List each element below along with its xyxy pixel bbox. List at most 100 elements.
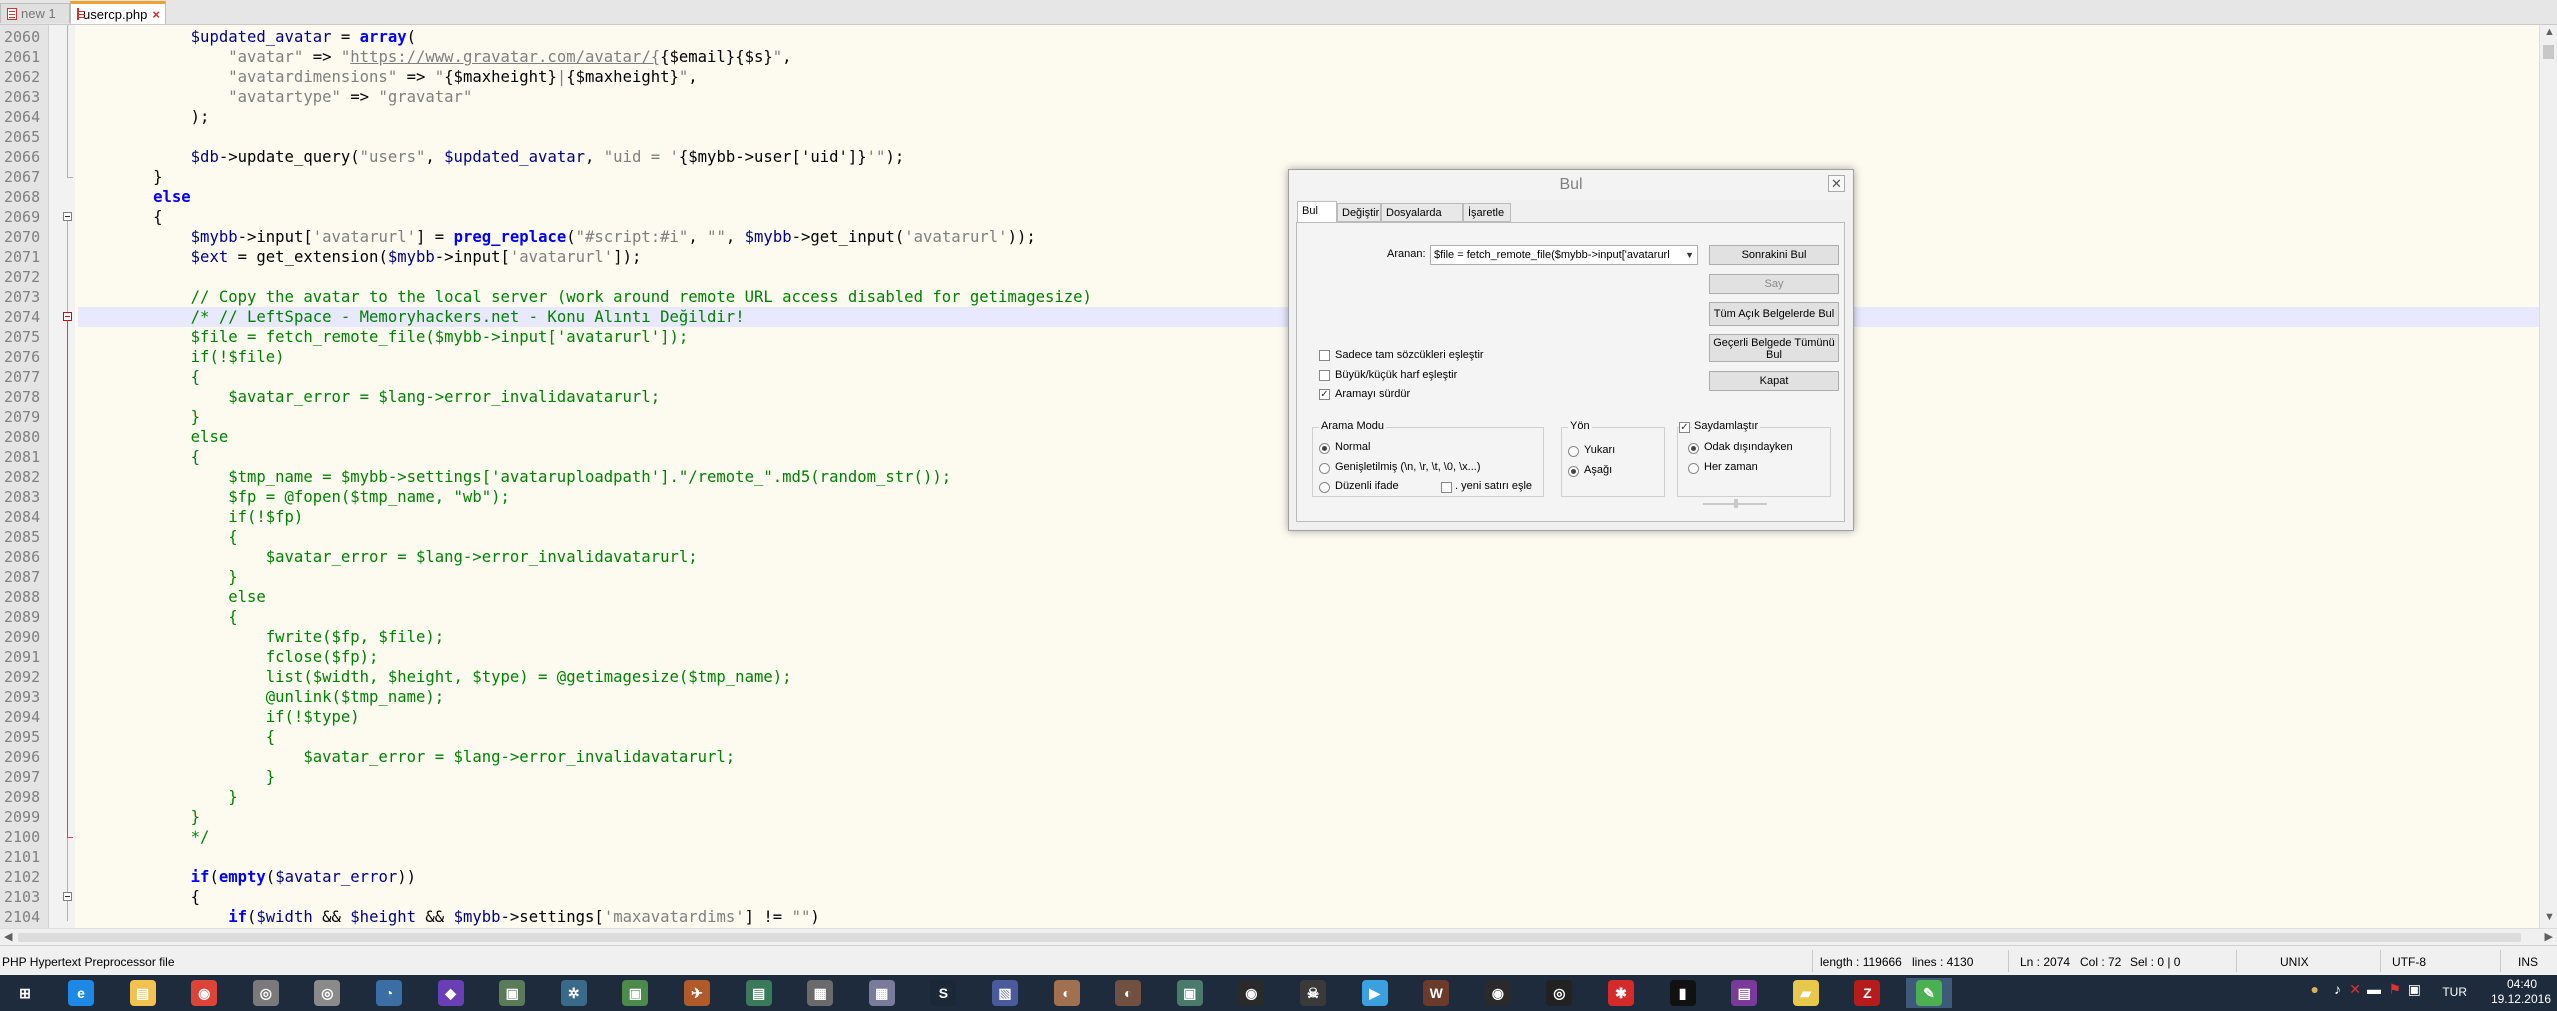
count-button[interactable]: Say (1709, 274, 1839, 294)
taskbar-button[interactable]: ◉ (1475, 978, 1521, 1008)
code-line[interactable]: "avatar" => "https://www.gravatar.com/av… (78, 47, 791, 67)
close-button[interactable]: Kapat (1709, 371, 1839, 391)
taskbar-button[interactable]: ▤ (1721, 978, 1767, 1008)
taskbar-button[interactable]: ✲ (551, 978, 597, 1008)
scroll-thumb[interactable] (2543, 45, 2554, 59)
taskbar-button[interactable]: ▧ (982, 978, 1028, 1008)
battery-icon[interactable]: ▬ (2367, 981, 2381, 997)
code-line[interactable]: } (78, 767, 275, 787)
language-indicator[interactable]: TUR (2442, 985, 2467, 999)
whole-word-checkbox[interactable] (1319, 350, 1330, 361)
code-line[interactable]: $file = fetch_remote_file($mybb->input['… (78, 327, 689, 347)
code-editor[interactable]: 2060 $updated_avatar = array(2061 "avata… (0, 25, 2540, 928)
scroll-right-icon[interactable]: ▶ (2545, 930, 2553, 943)
code-line[interactable]: $updated_avatar = array( (78, 27, 416, 47)
code-line[interactable]: } (78, 167, 162, 187)
display-icon[interactable]: ▣ (2408, 981, 2421, 998)
close-tab-icon[interactable]: × (152, 7, 160, 22)
match-case-checkbox[interactable] (1319, 370, 1330, 381)
taskbar-button[interactable]: ▤ (736, 978, 782, 1008)
vertical-scrollbar[interactable]: ▲ ▼ (2539, 25, 2557, 928)
code-line[interactable]: { (78, 607, 237, 627)
taskbar-button[interactable]: ☠ (1290, 978, 1336, 1008)
regex-radio[interactable] (1319, 482, 1330, 493)
code-line[interactable]: if(!$file) (78, 347, 285, 367)
slider-knob[interactable] (1734, 499, 1738, 508)
fold-toggle-icon[interactable] (63, 212, 72, 221)
fold-toggle-icon[interactable] (63, 892, 72, 901)
taskbar-button[interactable]: ◉ (181, 978, 227, 1008)
code-line[interactable]: */ (78, 827, 210, 847)
taskbar-button[interactable]: ▮ (1660, 978, 1706, 1008)
code-line[interactable]: list($width, $height, $type) = @getimage… (78, 667, 792, 687)
taskbar-button[interactable]: ◎ (243, 978, 289, 1008)
find-all-current-button[interactable]: Geçerli Belgede Tümünü Bul (1709, 334, 1839, 362)
taskbar-button[interactable]: ✱ (1598, 978, 1644, 1008)
taskbar-button[interactable]: Z (1844, 978, 1890, 1008)
search-input[interactable]: $file = fetch_remote_file($mybb->input['… (1430, 245, 1698, 265)
taskbar-button[interactable]: ◐ (1044, 978, 1090, 1008)
tab-usercp[interactable]: usercp.php × (70, 1, 166, 24)
code-line[interactable]: if(!$type) (78, 707, 360, 727)
taskbar-button[interactable]: ◉ (1228, 978, 1274, 1008)
taskbar-button[interactable]: ▣ (1167, 978, 1213, 1008)
code-line[interactable]: $db->update_query("users", $updated_avat… (78, 147, 905, 167)
chevron-down-icon[interactable]: ▼ (1685, 246, 1694, 264)
taskbar-button[interactable]: ◐ (1105, 978, 1151, 1008)
code-line[interactable]: "avatardimensions" => "{$maxheight}|{$ma… (78, 67, 697, 87)
extended-radio[interactable] (1319, 463, 1330, 474)
code-line[interactable]: "avatartype" => "gravatar" (78, 87, 472, 107)
scroll-left-icon[interactable]: ◀ (4, 930, 12, 943)
code-line[interactable]: if($width && $height && $mybb->settings[… (78, 907, 820, 927)
code-line[interactable]: // Copy the avatar to the local server (… (78, 287, 1092, 307)
taskbar-button[interactable]: ◎ (304, 978, 350, 1008)
tab-find-in-files[interactable]: Dosyalarda Bul (1381, 203, 1463, 238)
scroll-thumb[interactable] (18, 933, 2521, 942)
close-dialog-icon[interactable]: ✕ (1828, 175, 1845, 192)
code-line[interactable]: $ext = get_extension($mybb->input['avata… (78, 247, 642, 267)
code-line[interactable]: else (78, 187, 191, 207)
code-line[interactable]: fwrite($fp, $file); (78, 627, 444, 647)
newline-checkbox[interactable] (1441, 482, 1452, 493)
fold-toggle-icon[interactable] (63, 312, 72, 321)
taskbar-button[interactable]: ✎ (1906, 978, 1952, 1008)
taskbar-button[interactable]: ▣ (489, 978, 535, 1008)
code-line[interactable]: $fp = @fopen($tmp_name, "wb"); (78, 487, 510, 507)
code-line[interactable]: { (78, 367, 200, 387)
code-line[interactable]: { (78, 207, 162, 227)
taskbar-button[interactable]: S (920, 978, 966, 1008)
taskbar-button[interactable]: ⊞ (2, 978, 48, 1008)
code-line[interactable]: } (78, 787, 237, 807)
code-line[interactable]: } (78, 807, 200, 827)
code-line[interactable]: else (78, 587, 266, 607)
taskbar-button[interactable]: ▣ (612, 978, 658, 1008)
code-line[interactable]: $avatar_error = $lang->error_invalidavat… (78, 387, 660, 407)
code-line[interactable]: if(!$fp) (78, 507, 303, 527)
speaker-icon[interactable]: ♪ (2334, 981, 2341, 997)
taskbar-button[interactable]: ▦ (797, 978, 843, 1008)
clock-date[interactable]: 19.12.2016 (2491, 992, 2551, 1006)
code-line[interactable]: $avatar_error = $lang->error_invalidavat… (78, 547, 698, 567)
code-line[interactable]: @unlink($tmp_name); (78, 687, 444, 707)
code-line[interactable]: { (78, 887, 200, 907)
dialog-title-bar[interactable]: Bul ✕ (1289, 170, 1853, 200)
tab-find[interactable]: Bul (1297, 201, 1337, 222)
transparency-slider[interactable] (1703, 499, 1767, 508)
down-radio[interactable] (1568, 466, 1579, 477)
tab-new-1[interactable]: new 1 (0, 3, 70, 23)
taskbar-button[interactable]: ▶ (1352, 978, 1398, 1008)
code-line[interactable]: ); (78, 107, 210, 127)
code-line[interactable]: } (78, 407, 200, 427)
taskbar-button[interactable]: ◔ (366, 978, 412, 1008)
network-icon[interactable]: ✕ (2349, 981, 2361, 998)
code-line[interactable]: { (78, 447, 200, 467)
code-line[interactable]: if(empty($avatar_error)) (78, 867, 416, 887)
user-icon[interactable]: ● (2311, 981, 2319, 997)
find-all-open-button[interactable]: Tüm Açık Belgelerde Bul (1709, 302, 1839, 326)
code-line[interactable]: $avatar_error = $lang->error_invalidavat… (78, 747, 735, 767)
normal-radio[interactable] (1319, 443, 1330, 454)
tab-replace[interactable]: Değiştir (1337, 203, 1381, 222)
taskbar-button[interactable]: e (58, 978, 104, 1008)
code-line[interactable]: { (78, 727, 275, 747)
taskbar-button[interactable]: ▦ (859, 978, 905, 1008)
